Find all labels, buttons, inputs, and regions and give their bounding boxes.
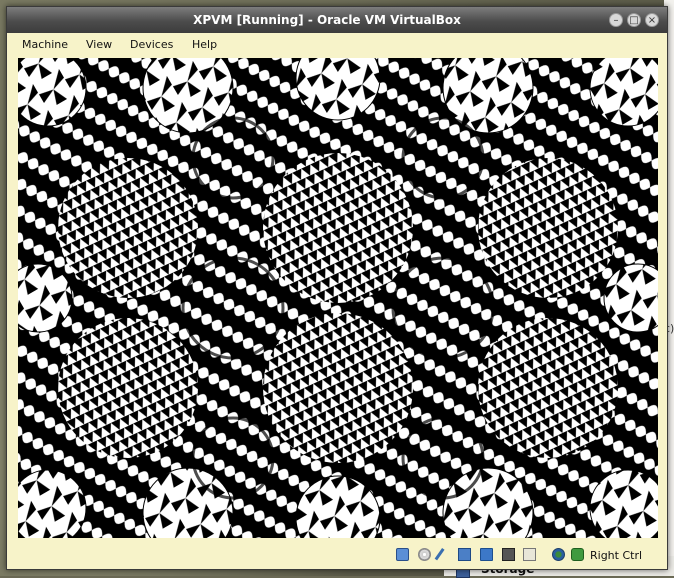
display-icon[interactable]: [502, 548, 515, 561]
minimize-button[interactable]: –: [609, 13, 623, 27]
menu-view[interactable]: View: [86, 38, 112, 51]
network-icon[interactable]: [458, 548, 471, 561]
menu-bar: Machine View Devices Help: [7, 33, 667, 55]
host-key-label: Right Ctrl: [590, 549, 643, 562]
host-key-arrow-icon[interactable]: [571, 548, 584, 561]
vm-pattern-graphic: [18, 58, 658, 538]
title-bar[interactable]: XPVM [Running] - Oracle VM VirtualBox – …: [7, 7, 667, 33]
video-capture-icon[interactable]: [523, 548, 536, 561]
usb-icon[interactable]: [434, 548, 446, 561]
menu-help[interactable]: Help: [192, 38, 217, 51]
optical-drive-icon[interactable]: [418, 548, 431, 561]
window-title: XPVM [Running] - Oracle VM VirtualBox: [193, 13, 461, 27]
shared-folders-icon[interactable]: [480, 548, 493, 561]
mouse-integration-icon[interactable]: [552, 548, 565, 561]
vm-display[interactable]: [18, 58, 658, 538]
virtualbox-window: XPVM [Running] - Oracle VM VirtualBox – …: [6, 6, 668, 570]
maximize-button[interactable]: □: [627, 13, 641, 27]
status-bar: Right Ctrl: [7, 539, 667, 569]
menu-machine[interactable]: Machine: [22, 38, 68, 51]
hard-disk-icon[interactable]: [396, 548, 409, 561]
close-button[interactable]: ×: [645, 13, 659, 27]
menu-devices[interactable]: Devices: [130, 38, 173, 51]
